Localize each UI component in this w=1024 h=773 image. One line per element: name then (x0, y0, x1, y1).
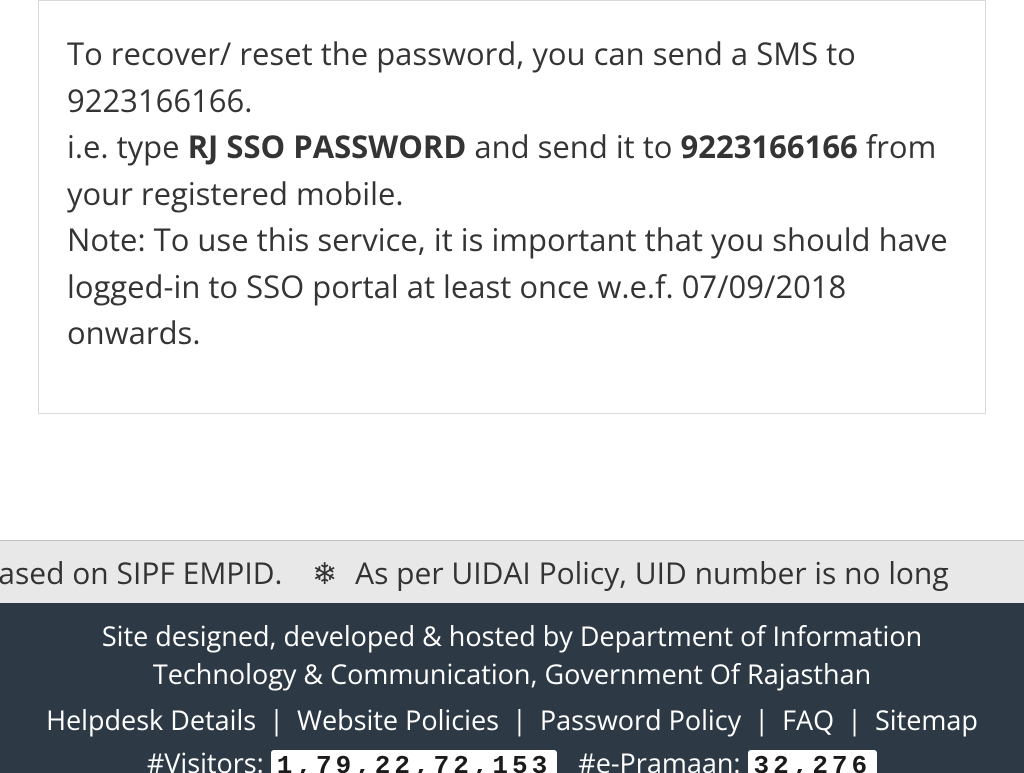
link-helpdesk-details[interactable]: Helpdesk Details (46, 701, 256, 738)
separator: | (847, 701, 862, 738)
sms-recovery-info-card: To recover/ reset the password, you can … (38, 0, 986, 414)
link-sitemap[interactable]: Sitemap (875, 701, 978, 738)
ticker-fragment-1: ID based on SIPF EMPID. (0, 552, 282, 593)
ticker-fragment-2: As per UIDAI Policy, UID number is no lo… (355, 552, 949, 593)
visitors-label: #Visitors: (147, 744, 264, 773)
link-website-policies[interactable]: Website Policies (297, 701, 499, 738)
info-note: Note: To use this service, it is importa… (67, 219, 948, 354)
info-line-2a: i.e. type (67, 126, 188, 168)
footer-counters: #Visitors: 1,79,22,72,153 #e-Pramaan: 32… (0, 744, 1024, 773)
separator: | (512, 701, 527, 738)
sms-number: 9223166166 (681, 126, 858, 168)
site-footer: Site designed, developed & hosted by Dep… (0, 603, 1024, 773)
footer-links: Helpdesk Details | Website Policies | Pa… (0, 701, 1024, 738)
news-ticker: ID based on SIPF EMPID. ❄ As per UIDAI P… (0, 540, 1024, 603)
snowflake-icon: ❄ (312, 541, 337, 603)
visitors-counter: 1,79,22,72,153 (271, 750, 557, 773)
info-line-2b: and send it to (466, 126, 680, 168)
footer-credit: Site designed, developed & hosted by Dep… (0, 617, 1024, 693)
epramaan-counter: 32,276 (748, 750, 878, 773)
separator: | (754, 701, 769, 738)
link-faq[interactable]: FAQ (782, 701, 834, 738)
separator: | (269, 701, 284, 738)
info-line-1: To recover/ reset the password, you can … (67, 33, 856, 122)
info-paragraph: To recover/ reset the password, you can … (67, 31, 957, 357)
epramaan-label: #e-Pramaan: (578, 744, 740, 773)
link-password-policy[interactable]: Password Policy (540, 701, 741, 738)
sms-keyword: RJ SSO PASSWORD (188, 126, 467, 168)
ticker-content: ID based on SIPF EMPID. ❄ As per UIDAI P… (0, 541, 949, 603)
